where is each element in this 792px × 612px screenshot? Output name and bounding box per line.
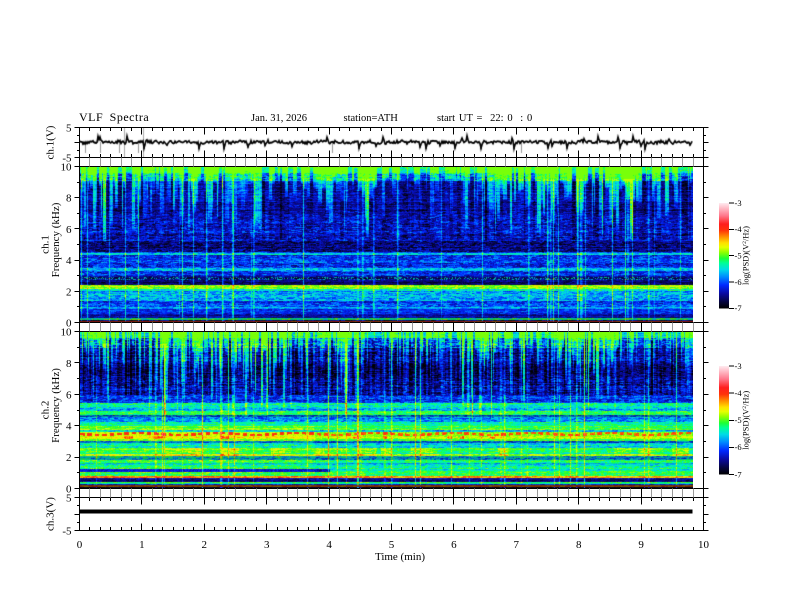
svg-text:5: 5 bbox=[389, 539, 395, 551]
svg-text:-7: -7 bbox=[735, 469, 742, 479]
svg-text:Frequency (kHz): Frequency (kHz) bbox=[50, 202, 62, 277]
svg-text:4: 4 bbox=[66, 421, 72, 433]
svg-text:-5: -5 bbox=[62, 526, 72, 538]
svg-text:5: 5 bbox=[66, 123, 72, 135]
svg-text:Time (min): Time (min) bbox=[375, 551, 425, 563]
svg-text:3: 3 bbox=[264, 539, 270, 551]
svg-text:-3: -3 bbox=[735, 198, 742, 208]
svg-text:2: 2 bbox=[66, 286, 72, 298]
svg-text:8: 8 bbox=[576, 539, 582, 551]
svg-text:log(PSD)(V2/Hz): log(PSD)(V2/Hz) bbox=[741, 391, 751, 450]
svg-text:7: 7 bbox=[514, 539, 520, 551]
svg-text:0: 0 bbox=[66, 318, 72, 330]
svg-text:ch.1(V): ch.1(V) bbox=[45, 125, 57, 159]
svg-text:Jan. 31, 2026: Jan. 31, 2026 bbox=[251, 113, 307, 124]
svg-text:4: 4 bbox=[326, 539, 332, 551]
svg-text:station=ATH: station=ATH bbox=[344, 113, 399, 124]
svg-text:start UT = 22: 0 : 0: start UT = 22: 0 : 0 bbox=[437, 113, 532, 124]
svg-text:6: 6 bbox=[451, 539, 457, 551]
svg-text:8: 8 bbox=[66, 358, 72, 370]
svg-text:2: 2 bbox=[202, 539, 208, 551]
svg-text:10: 10 bbox=[698, 539, 710, 551]
svg-text:-3: -3 bbox=[735, 361, 742, 371]
svg-text:6: 6 bbox=[66, 224, 72, 236]
svg-text:1: 1 bbox=[139, 539, 145, 551]
svg-text:9: 9 bbox=[638, 539, 644, 551]
svg-text:10: 10 bbox=[61, 162, 73, 174]
svg-text:ch.3(V): ch.3(V) bbox=[45, 497, 57, 531]
svg-text:0: 0 bbox=[77, 539, 83, 551]
svg-text:6: 6 bbox=[66, 389, 72, 401]
svg-text:-7: -7 bbox=[735, 303, 742, 313]
svg-text:2: 2 bbox=[66, 452, 72, 464]
svg-text:4: 4 bbox=[66, 255, 72, 267]
svg-text:8: 8 bbox=[66, 193, 72, 205]
svg-text:VLF Spectra: VLF Spectra bbox=[79, 110, 149, 124]
svg-text:0: 0 bbox=[66, 484, 72, 496]
svg-text:log(PSD)(V2/Hz): log(PSD)(V2/Hz) bbox=[741, 226, 751, 285]
svg-text:Frequency (kHz): Frequency (kHz) bbox=[50, 368, 62, 443]
